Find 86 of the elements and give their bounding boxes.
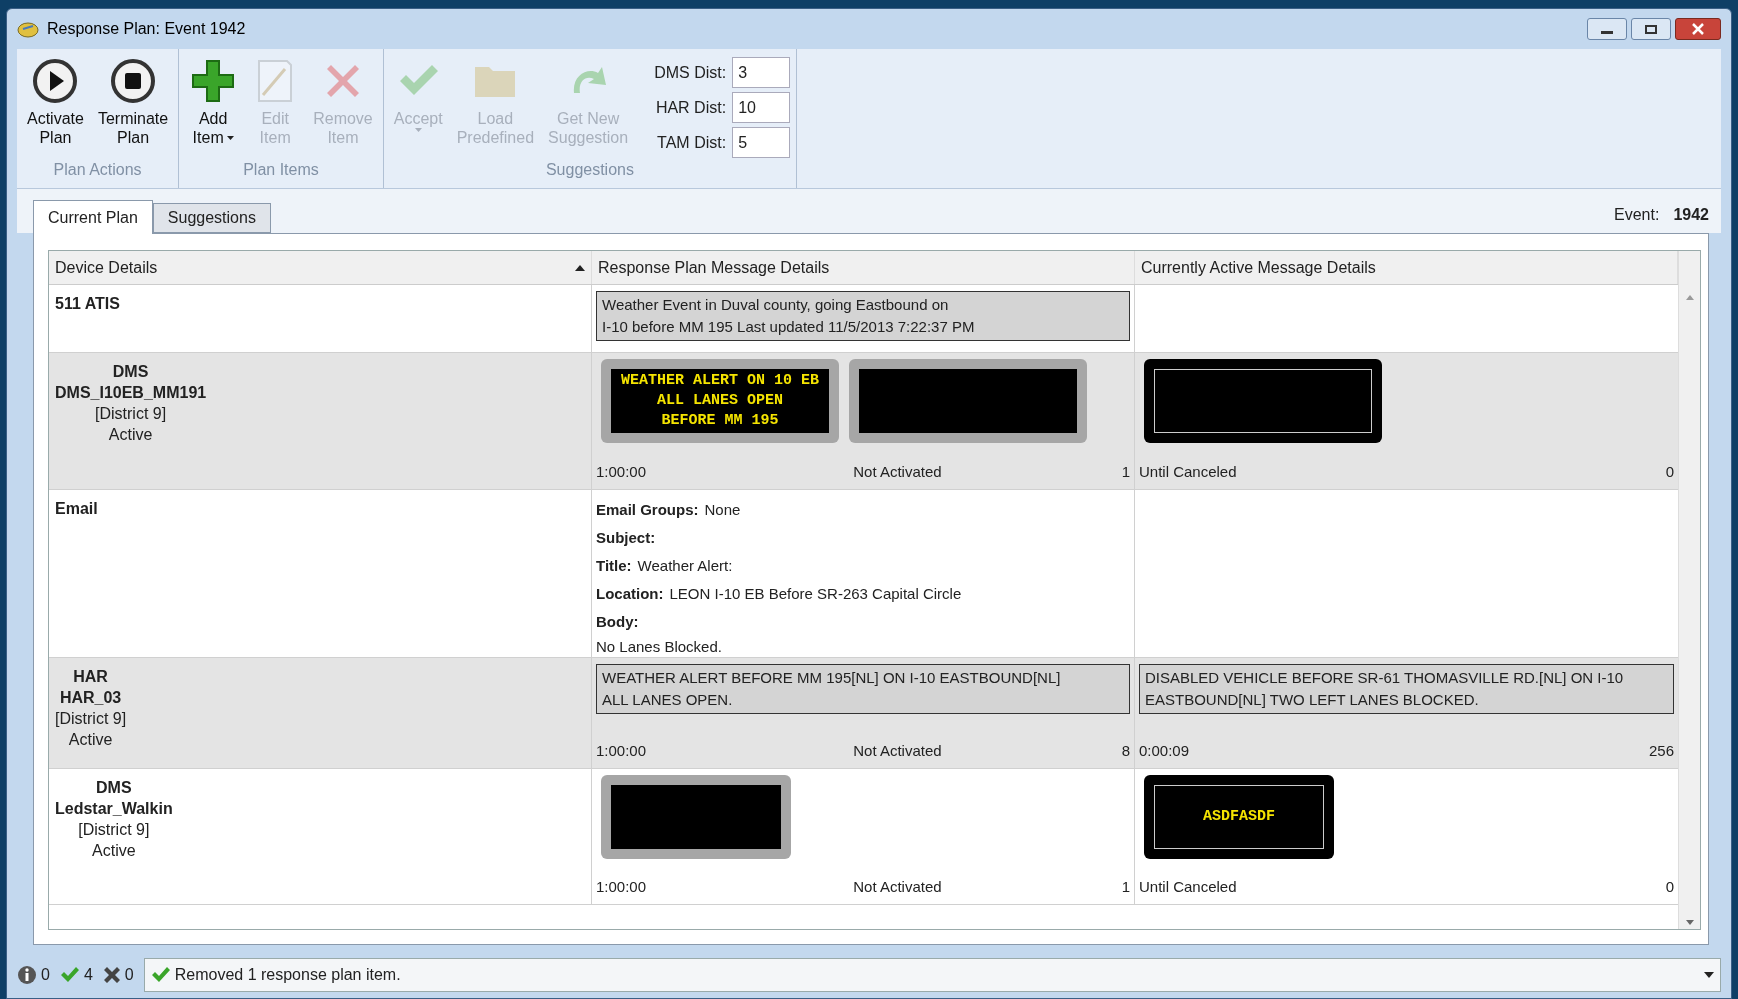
column-header[interactable]: Device Details: [49, 251, 592, 284]
device-text: [District 9]: [55, 709, 127, 729]
tab[interactable]: Suggestions: [152, 203, 271, 233]
count-text: 0: [124, 965, 134, 985]
field-label: DMS Dist:: [653, 62, 727, 83]
column-header[interactable]: Response Plan Message Details: [592, 251, 1135, 284]
sign-text: ASDFASDF: [1203, 807, 1275, 827]
event-number: 1942: [1673, 205, 1709, 225]
app-icon: [17, 20, 39, 38]
field-label: Location:: [596, 584, 664, 604]
device-text: HAR: [73, 667, 108, 687]
device-text: [District 9]: [95, 404, 167, 424]
duration-text: Until Canceled: [1139, 876, 1237, 897]
tab[interactable]: Current Plan: [33, 200, 153, 234]
duration-text: Until Canceled: [1139, 461, 1237, 482]
email-body: No Lanes Blocked.: [596, 637, 723, 657]
field-label: Subject:: [596, 528, 656, 548]
count-text: 0: [41, 965, 50, 985]
device-text: DMS: [96, 778, 132, 798]
message-box: DISABLED VEHICLE BEFORE SR-61 THOMASVILLE RD.[NL] ON I-10 EASTBOUND[NL] TWO LEFT LANES BLOCKED.: [1139, 664, 1674, 714]
device-text: 511 ATIS: [55, 294, 120, 314]
duration-text: 0:00:09: [1139, 740, 1190, 761]
message-dropdown[interactable]: Removed 1 response plan item.: [143, 958, 1721, 992]
field-label: TAM Dist:: [656, 132, 727, 153]
count-text: 1: [1121, 876, 1130, 897]
device-text: Ledstar_Walkin: [55, 799, 173, 819]
status-text: Not Activated: [853, 876, 942, 897]
status-text: Not Activated: [853, 461, 942, 482]
stop-icon: [109, 57, 158, 105]
device-text: Active: [68, 730, 113, 750]
device-text: Email: [55, 499, 98, 519]
event-label: Event:: [1614, 205, 1660, 225]
count-text: 1: [1121, 461, 1130, 482]
group-label: Plan Items: [242, 160, 320, 180]
distance-field[interactable]: 5: [732, 127, 791, 158]
device-text: Active: [92, 841, 136, 861]
device-text: [District 9]: [78, 820, 150, 840]
checkmark-icon: [150, 966, 171, 984]
count-text: 4: [83, 965, 93, 985]
maximize-button[interactable]: [1631, 18, 1671, 40]
count-text: 0: [1665, 876, 1674, 897]
minimize-button[interactable]: [1587, 18, 1627, 40]
device-text: DMS_I10EB_MM191: [55, 383, 207, 403]
group-label: Plan Actions: [52, 160, 143, 180]
play-icon: [31, 57, 80, 105]
sign-text: ALL LANES OPEN: [657, 391, 783, 411]
ribbon-button[interactable]: Add Item: [185, 57, 242, 158]
info-icon: [17, 965, 37, 985]
duration-text: 1:00:00: [596, 740, 647, 761]
duration-text: 1:00:00: [596, 876, 647, 897]
device-text: Active: [108, 425, 153, 445]
distance-field[interactable]: 3: [732, 57, 791, 88]
close-button[interactable]: [1675, 18, 1721, 40]
window-title: Response Plan: Event 1942: [47, 19, 246, 39]
field-label: Title:: [596, 556, 632, 576]
field-value: LEON I-10 EB Before SR-263 Capital Circle: [669, 584, 962, 604]
device-text: DMS: [112, 362, 149, 382]
field-value: Weather Alert:: [637, 556, 733, 576]
caret-icon: [226, 135, 234, 140]
group-label: Suggestions: [544, 160, 635, 180]
close-icon: [1692, 23, 1704, 35]
scroll-up-icon: [1685, 295, 1694, 300]
field-value: None: [704, 500, 741, 520]
caret-icon: [1704, 972, 1714, 978]
count-text: 8: [1121, 740, 1130, 761]
scrollbar[interactable]: [1678, 251, 1700, 929]
ribbon-button[interactable]: Terminate Plan: [93, 57, 173, 158]
scroll-down-icon: [1685, 920, 1694, 925]
status-text: Not Activated: [853, 740, 942, 761]
field-label: Email Groups:: [596, 500, 699, 520]
duration-text: 1:00:00: [596, 461, 647, 482]
field-label: HAR Dist:: [654, 97, 727, 118]
status-message: Removed 1 response plan item.: [174, 965, 401, 985]
message-box: Weather Event in Duval county, going Eastbound on I-10 before MM 195 Last updated 11/5/2013 7:22:37 PM: [596, 291, 1130, 341]
ribbon-button[interactable]: Activate Plan: [23, 57, 88, 158]
cross-icon: [102, 966, 121, 984]
distance-field[interactable]: 10: [732, 92, 791, 123]
caret-icon: [414, 128, 422, 132]
sign-text: WEATHER ALERT ON 10 EB: [620, 371, 819, 391]
field-label: Body:: [596, 612, 639, 632]
message-box: WEATHER ALERT BEFORE MM 195[NL] ON I-10 EASTBOUND[NL] ALL LANES OPEN.: [596, 664, 1130, 714]
count-text: 0: [1665, 461, 1674, 482]
count-text: 256: [1648, 740, 1674, 761]
checkmark-icon: [59, 966, 80, 984]
sign-text: BEFORE MM 195: [661, 411, 779, 431]
device-text: HAR_03: [59, 688, 122, 708]
